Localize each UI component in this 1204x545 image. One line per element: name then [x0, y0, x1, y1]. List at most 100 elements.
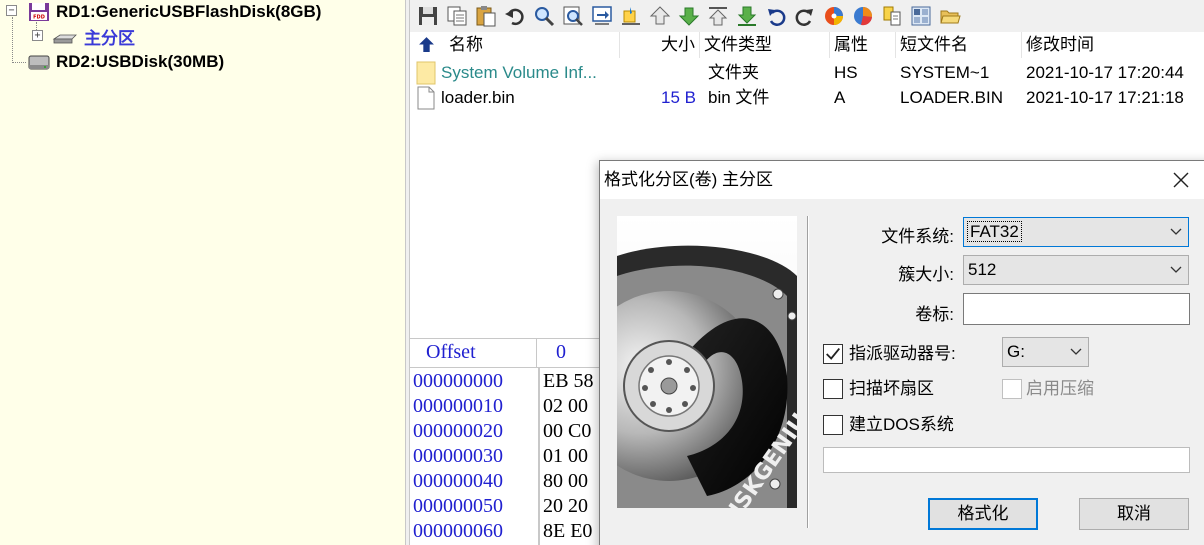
- tree-node-primary-partition[interactable]: 主分区: [52, 23, 137, 49]
- diskgenius-icon[interactable]: [820, 3, 847, 30]
- enable-compression-label: 启用压缩: [1026, 379, 1094, 398]
- back-icon[interactable]: [762, 3, 789, 30]
- top-icon[interactable]: [704, 3, 731, 30]
- hex-offset: 000000060: [413, 520, 503, 542]
- column-header-type[interactable]: 文件类型: [700, 32, 830, 58]
- file-attr: HS: [834, 63, 858, 82]
- create-dos-checkbox[interactable]: [823, 415, 843, 435]
- close-icon[interactable]: [1166, 165, 1196, 195]
- save-icon[interactable]: [414, 3, 441, 30]
- file-row[interactable]: loader.bin 15 B bin 文件 A LOADER.BIN 2021…: [410, 85, 1204, 110]
- file-row[interactable]: System Volume Inf... 文件夹 HS SYSTEM~1 202…: [410, 60, 1204, 85]
- chevron-down-icon: [1070, 348, 1082, 355]
- assign-drive-checkbox[interactable]: [823, 344, 843, 364]
- volume-label-input[interactable]: [963, 293, 1190, 325]
- scan-bad-sectors-label: 扫描坏扇区: [849, 379, 934, 398]
- hard-disk-icon: [28, 55, 50, 70]
- tree-connector: [12, 62, 26, 63]
- file-type: bin 文件: [708, 88, 770, 107]
- cluster-size-label: 簇大小:: [898, 265, 954, 284]
- search-icon[interactable]: [530, 3, 557, 30]
- undo-icon[interactable]: [501, 3, 528, 30]
- tree-node-label: RD1:GenericUSBFlashDisk(8GB): [56, 2, 322, 21]
- scan-bad-sectors-checkbox[interactable]: [823, 379, 843, 399]
- tree-node-rd1[interactable]: FDD RD1:GenericUSBFlashDisk(8GB): [28, 0, 321, 24]
- hex-separator: [538, 368, 540, 545]
- partition-icon: [52, 34, 77, 44]
- file-size: 15 B: [661, 88, 696, 107]
- filesystem-label: 文件系统:: [881, 227, 954, 246]
- tree-node-label: 主分区: [82, 23, 137, 49]
- hex-column-header: 0: [556, 341, 566, 363]
- dialog-title: 格式化分区(卷) 主分区: [604, 170, 774, 189]
- dialog-divider: [807, 216, 809, 528]
- hex-column-divider: [536, 339, 537, 368]
- format-partition-dialog: 格式化分区(卷) 主分区 文件系统: FAT32 簇大小: 512 卷标: 指派…: [599, 160, 1204, 545]
- svg-text:FDD: FDD: [33, 15, 45, 21]
- file-mtime: 2021-10-17 17:20:44: [1026, 63, 1184, 82]
- copy-icon[interactable]: [443, 3, 470, 30]
- toolbar: [410, 0, 1204, 32]
- down-icon[interactable]: [675, 3, 702, 30]
- column-header-short-name[interactable]: 短文件名: [896, 32, 1022, 58]
- expand-button[interactable]: +: [32, 30, 43, 41]
- file-attr: A: [834, 88, 846, 107]
- format-button[interactable]: 格式化: [928, 498, 1038, 530]
- column-header-size[interactable]: 大小: [620, 32, 700, 58]
- hex-offset: 000000020: [413, 420, 503, 442]
- file-icon: [417, 86, 435, 110]
- assign-drive-label: 指派驱动器号:: [849, 344, 956, 363]
- pie-chart-icon[interactable]: [849, 3, 876, 30]
- hex-bytes[interactable]: 80 00: [543, 470, 588, 493]
- copy-sector-icon[interactable]: [878, 3, 905, 30]
- hex-bytes[interactable]: 00 C0: [543, 420, 591, 443]
- chevron-down-icon: [1170, 228, 1182, 235]
- tree-connector: [12, 17, 13, 63]
- format-progress-bar: [823, 447, 1190, 473]
- hex-bytes[interactable]: EB 58: [543, 370, 594, 393]
- open-folder-icon[interactable]: [936, 3, 963, 30]
- file-short-name: LOADER.BIN: [900, 88, 1003, 107]
- hex-offset-header: Offset: [426, 341, 476, 363]
- paste-icon[interactable]: [472, 3, 499, 30]
- hex-bytes[interactable]: 20 20: [543, 495, 588, 518]
- chevron-down-icon: [1170, 266, 1182, 273]
- up-icon[interactable]: [646, 3, 673, 30]
- cluster-size-select[interactable]: 512: [963, 255, 1189, 285]
- hex-offset: 000000040: [413, 470, 503, 492]
- file-type: 文件夹: [708, 63, 759, 82]
- tree-node-rd2[interactable]: RD2:USBDisk(30MB): [28, 50, 224, 74]
- floppy-disk-icon: FDD: [29, 3, 49, 21]
- column-header-attr[interactable]: 属性: [830, 32, 896, 58]
- collapse-button[interactable]: −: [6, 5, 17, 16]
- cancel-button[interactable]: 取消: [1079, 498, 1189, 530]
- file-name: loader.bin: [441, 88, 515, 107]
- enable-compression-checkbox[interactable]: [1002, 379, 1022, 399]
- find-next-icon[interactable]: [559, 3, 586, 30]
- drive-letter-select[interactable]: G:: [1002, 337, 1089, 367]
- refresh-icon[interactable]: [791, 3, 818, 30]
- filesystem-select[interactable]: FAT32: [963, 217, 1189, 247]
- file-name: System Volume Inf...: [441, 63, 597, 82]
- column-header-modified[interactable]: 修改时间: [1022, 32, 1204, 58]
- hex-bytes[interactable]: 01 00: [543, 445, 588, 468]
- diskgenius-banner-image: DISKGENIUS: [617, 216, 797, 508]
- hex-bytes[interactable]: 8E E0: [543, 520, 592, 543]
- hex-offset: 000000010: [413, 395, 503, 417]
- file-short-name: SYSTEM~1: [900, 63, 990, 82]
- column-header-name[interactable]: 名称: [410, 32, 620, 58]
- volume-label-label: 卷标:: [915, 305, 954, 324]
- up-arrow-icon: [419, 37, 434, 52]
- create-dos-label: 建立DOS系统: [849, 415, 954, 434]
- bottom-icon[interactable]: [733, 3, 760, 30]
- file-mtime: 2021-10-17 17:21:18: [1026, 88, 1184, 107]
- clear-icon[interactable]: [617, 3, 644, 30]
- hex-offset: 000000000: [413, 370, 503, 392]
- hex-offset: 000000050: [413, 495, 503, 517]
- goto-icon[interactable]: [588, 3, 615, 30]
- disk-tree-pane: − FDD RD1:GenericUSBFlashDisk(8GB) + 主分区…: [0, 0, 405, 545]
- grid-icon[interactable]: [907, 3, 934, 30]
- hex-bytes[interactable]: 02 00: [543, 395, 588, 418]
- dialog-titlebar: 格式化分区(卷) 主分区: [600, 161, 1204, 199]
- folder-icon: [416, 61, 436, 85]
